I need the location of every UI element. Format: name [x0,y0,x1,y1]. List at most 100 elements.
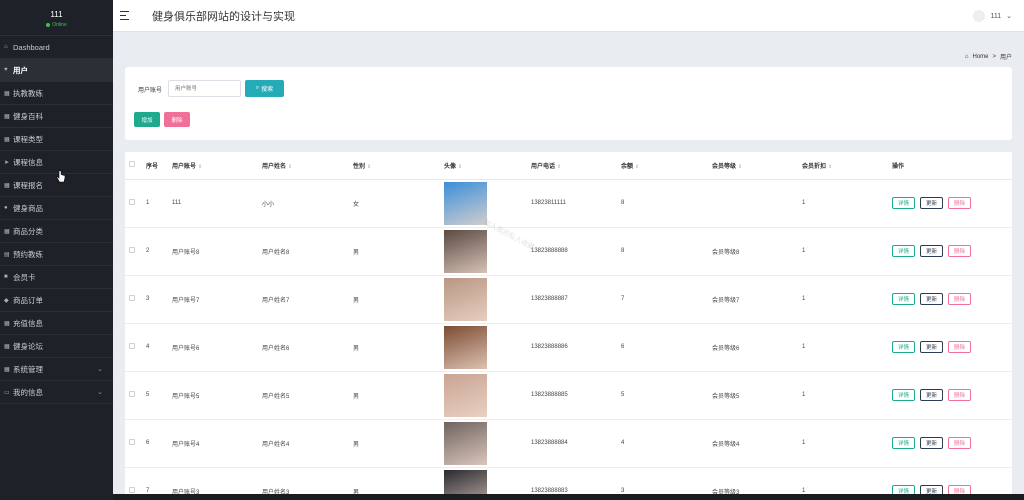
column-header[interactable]: 余额 ⇕ [621,152,712,180]
edit-button[interactable]: 更新 [920,389,944,401]
chevron-down-icon: ⌄ [1006,13,1012,20]
sidebar-item[interactable]: ▦ 充值信息 [0,312,113,335]
cell-discount: 1 [802,179,892,228]
breadcrumb: ⌂ Home > 用户 [965,52,1012,62]
cell-name: 用户姓名6 [262,323,353,372]
edit-button[interactable]: 更新 [920,341,944,353]
row-select-cell [125,275,146,324]
cell-account: 111 [172,179,262,228]
sidebar-item[interactable]: ⌂ Dashboard [0,36,113,59]
cell-name: 用户姓名7 [262,275,353,324]
bulk-delete-button[interactable]: 删除 [164,112,190,127]
user-menu[interactable]: 111 ⌄ [973,10,1012,22]
cell-phone: 13823888888 [531,227,621,276]
sidebar-item[interactable]: ▭ 我的信息 ⌄ [0,381,113,404]
row-checkbox[interactable] [129,439,135,445]
sidebar-item[interactable]: ▦ 课程类型 [0,128,113,151]
sort-icon[interactable]: ⇕ [288,164,292,170]
sort-icon[interactable]: ⇕ [557,164,561,170]
sidebar-item[interactable]: ■ 会员卡 [0,266,113,289]
cell-level: 会员等级6 [712,323,802,372]
detail-button[interactable]: 详情 [892,197,916,209]
sidebar-item-label: 商品订单 [13,295,43,305]
user-icon: ● [4,205,8,211]
user-table-panel: 序号 用户账号 ⇕ 用户姓名 ⇕ 性别 ⇕ 头像 ⇕ 用户电话 ⇕ 余额 ⇕ 会员等级 ⇕ 会员折扣 ⇕ 操作 1… [125,152,1012,500]
cell-name: 用户姓名5 [262,371,353,420]
column-header[interactable] [125,152,146,180]
detail-button[interactable]: 详情 [892,389,916,401]
row-actions: 详情 更新 删除 [892,323,1012,372]
breadcrumb-home[interactable]: Home [972,54,988,60]
top-bar: 健身俱乐部网站的设计与实现 111 ⌄ [113,0,1024,32]
sort-icon[interactable]: ⇕ [635,164,639,170]
cell-no: 4 [146,323,172,372]
row-checkbox[interactable] [129,295,135,301]
cell-balance: 4 [621,419,712,468]
cell-phone: 13823811111 [531,179,621,228]
row-checkbox[interactable] [129,391,135,397]
column-header[interactable]: 会员等级 ⇕ [712,152,802,180]
sidebar-item-label: Dashboard [13,42,50,52]
add-button[interactable]: 增加 [134,112,160,127]
delete-button[interactable]: 删除 [948,293,972,305]
row-actions: 详情 更新 删除 [892,371,1012,420]
row-actions: 详情 更新 删除 [892,179,1012,228]
menu-toggle-icon[interactable] [120,11,132,20]
column-header[interactable]: 用户姓名 ⇕ [262,152,353,180]
search-button[interactable]: ⌕ 搜索 [245,80,284,97]
delete-button[interactable]: 删除 [948,437,972,449]
delete-button[interactable]: 删除 [948,389,972,401]
breadcrumb-current: 用户 [999,55,1012,61]
sidebar-item[interactable]: ♥ 用户 [0,59,113,82]
delete-button[interactable]: 删除 [948,197,972,209]
sidebar-item-label: 充值信息 [13,318,43,328]
sort-icon[interactable]: ⇕ [458,164,462,170]
column-header[interactable]: 会员折扣 ⇕ [802,152,892,180]
detail-button[interactable]: 详情 [892,245,916,257]
detail-button[interactable]: 详情 [892,437,916,449]
sidebar-item[interactable]: ● 健身商品 [0,197,113,220]
sidebar-item[interactable]: ▦ 商品分类 [0,220,113,243]
edit-button[interactable]: 更新 [920,245,944,257]
cell-name: 用户姓名4 [262,419,353,468]
calendar-icon: ▤ [4,251,10,258]
sidebar-item[interactable]: ▦ 执教教练 [0,82,113,105]
sidebar-item-label: 课程报名 [13,180,43,190]
sidebar-item[interactable]: ▦ 健身论坛 [0,335,113,358]
column-header[interactable]: 用户电话 ⇕ [531,152,621,180]
cell-discount: 1 [802,227,892,276]
cell-balance: 5 [621,371,712,420]
sort-icon[interactable]: ⇕ [828,164,832,170]
cell-level: 会员等级5 [712,371,802,420]
row-checkbox[interactable] [129,247,135,253]
sidebar-item[interactable]: ◆ 商品订单 [0,289,113,312]
row-checkbox[interactable] [129,487,135,493]
select-all-checkbox[interactable] [129,161,135,168]
column-header: 操作 [892,152,1012,180]
column-header[interactable]: 用户账号 ⇕ [172,152,262,180]
search-input[interactable] [168,80,241,97]
edit-button[interactable]: 更新 [920,437,944,449]
hand-cursor-icon [56,170,66,183]
column-header[interactable]: 性别 ⇕ [353,152,444,180]
sidebar-item[interactable]: ▤ 预约教练 [0,243,113,266]
row-checkbox[interactable] [129,343,135,349]
cell-discount: 1 [802,419,892,468]
column-header: 序号 [146,152,172,180]
detail-button[interactable]: 详情 [892,293,916,305]
cell-account: 用户账号7 [172,275,262,324]
column-header[interactable]: 头像 ⇕ [444,152,531,180]
sidebar-item[interactable]: ▦ 系统管理 ⌄ [0,358,113,381]
sort-icon[interactable]: ⇕ [198,164,202,170]
edit-button[interactable]: 更新 [920,197,944,209]
sort-icon[interactable]: ⇕ [738,164,742,170]
delete-button[interactable]: 删除 [948,245,972,257]
avatar-cell [444,371,531,420]
detail-button[interactable]: 详情 [892,341,916,353]
sidebar-item[interactable]: ▦ 健身百科 [0,105,113,128]
edit-button[interactable]: 更新 [920,293,944,305]
row-checkbox[interactable] [129,199,135,205]
delete-button[interactable]: 删除 [948,341,972,353]
sort-icon[interactable]: ⇕ [367,164,371,170]
avatar-image [444,373,487,417]
